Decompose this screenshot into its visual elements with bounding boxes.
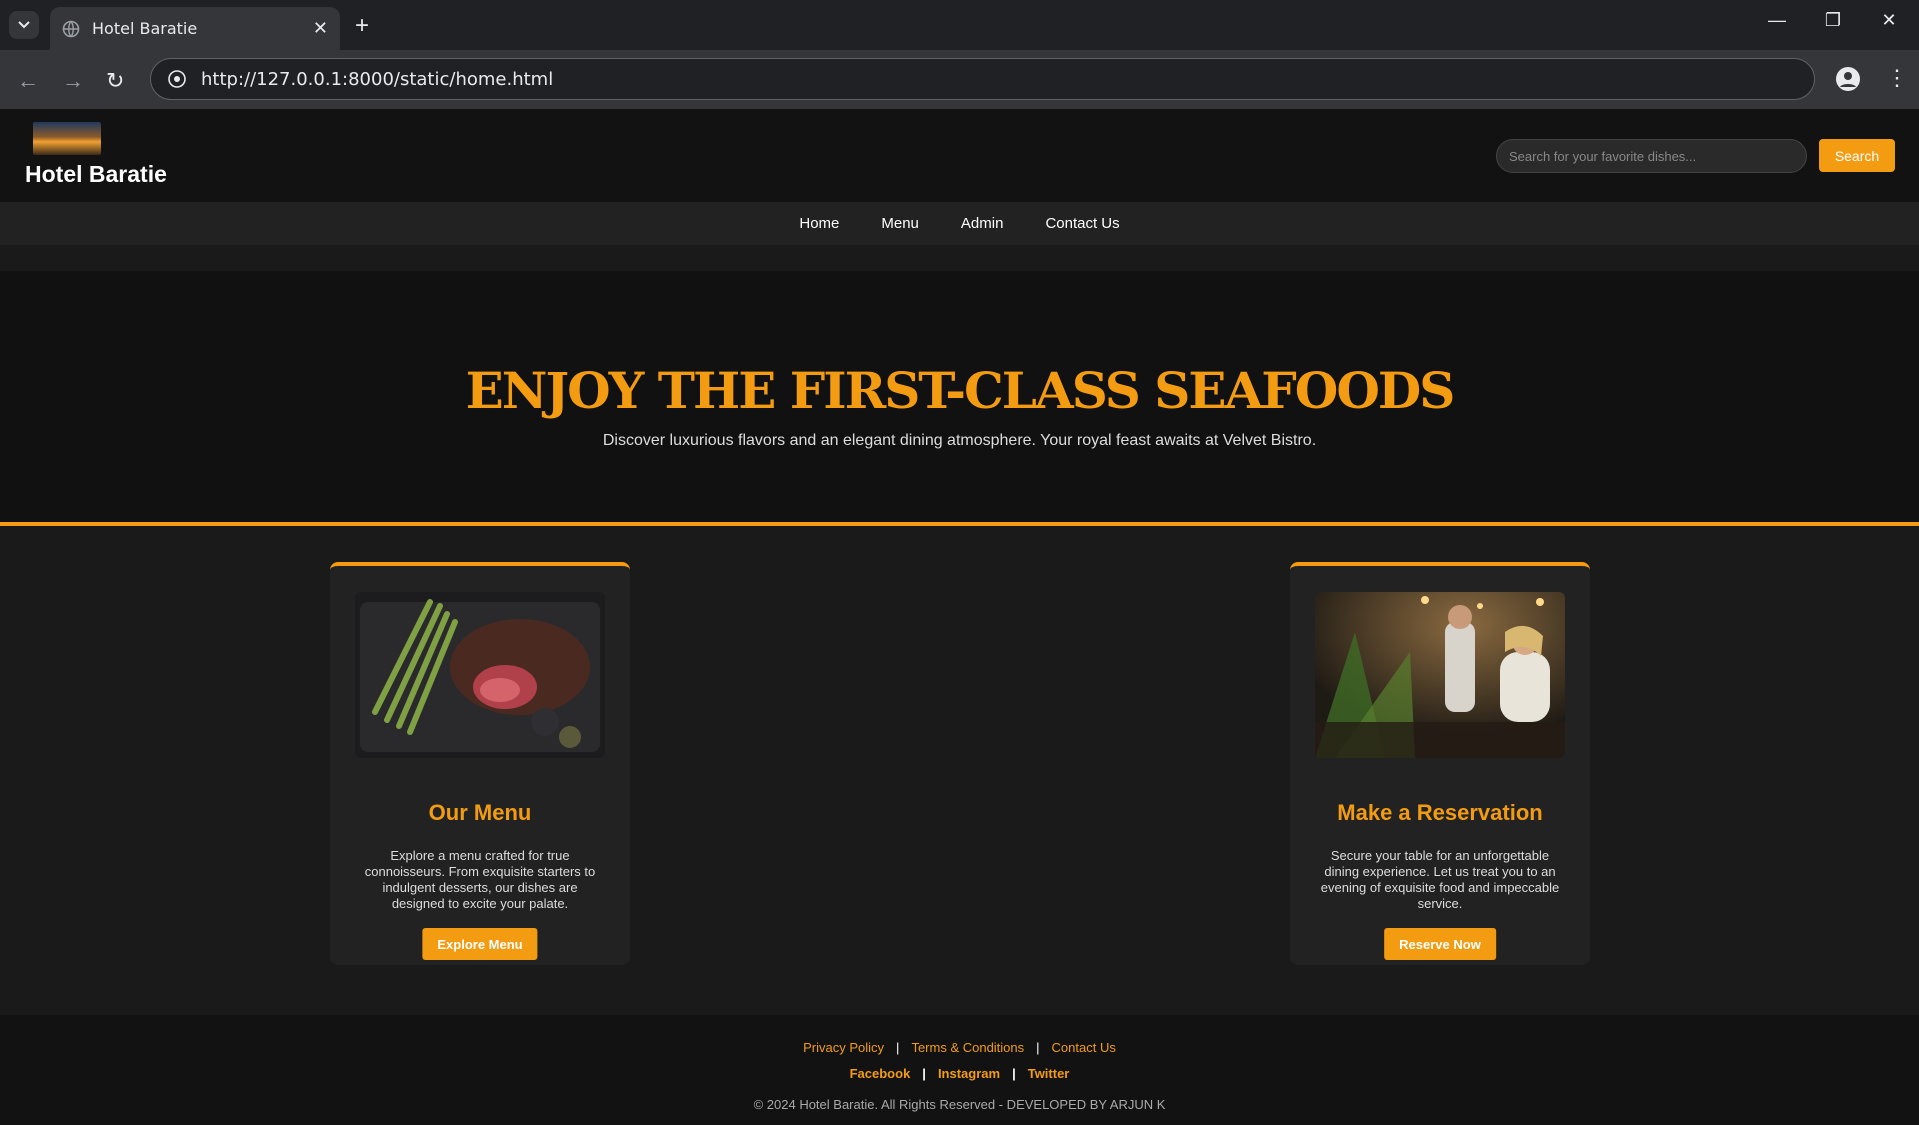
restore-icon[interactable]: ❐	[1805, 10, 1861, 31]
back-icon[interactable]: ←	[17, 68, 39, 94]
nav-home[interactable]: Home	[799, 215, 839, 232]
reserve-now-button[interactable]: Reserve Now	[1384, 928, 1496, 960]
footer-contact-link[interactable]: Contact Us	[1052, 1040, 1116, 1055]
tab-close-icon[interactable]: ✕	[313, 18, 328, 39]
footer-links: Privacy Policy | Terms & Conditions | Contac…	[0, 1040, 1919, 1055]
window-controls: — ❐ ✕	[1749, 10, 1917, 31]
separator: |	[896, 1040, 900, 1055]
terms-link[interactable]: Terms & Conditions	[911, 1040, 1024, 1055]
browser-tab[interactable]: Hotel Baratie ✕	[50, 7, 340, 50]
nav-menu[interactable]: Menu	[881, 215, 919, 232]
forward-icon[interactable]: →	[62, 68, 84, 94]
nav-contact[interactable]: Contact Us	[1045, 215, 1119, 232]
logo-image	[33, 122, 101, 155]
web-page: Hotel Baratie Search Home Menu Admin Con…	[0, 109, 1919, 1125]
privacy-policy-link[interactable]: Privacy Policy	[803, 1040, 884, 1055]
main-nav: Home Menu Admin Contact Us	[0, 202, 1919, 245]
reservation-card-text: Secure your table for an unforgettable d…	[1320, 848, 1560, 911]
browser-toolbar: ← → ↻ http://127.0.0.1:8000/static/home.…	[0, 50, 1919, 109]
browser-tabbar: Hotel Baratie ✕ + — ❐ ✕	[0, 0, 1919, 50]
footer-social: Facebook | Instagram | Twitter	[0, 1066, 1919, 1081]
hero-subtitle: Discover luxurious flavors and an elegan…	[602, 432, 1317, 449]
menu-card-title: Our Menu	[428, 800, 532, 825]
explore-menu-button[interactable]: Explore Menu	[422, 928, 538, 960]
separator: |	[1012, 1066, 1016, 1081]
separator: |	[922, 1066, 926, 1081]
reservation-card-title: Make a Reservation	[1337, 800, 1543, 825]
facebook-link[interactable]: Facebook	[850, 1066, 911, 1081]
profile-icon[interactable]	[1836, 67, 1860, 91]
site-info-icon[interactable]	[167, 69, 187, 89]
copyright-text: © 2024 Hotel Baratie. All Rights Reserve…	[753, 1097, 1166, 1112]
new-tab-icon[interactable]: +	[355, 12, 369, 40]
menu-card-text: Explore a menu crafted for true connoiss…	[364, 848, 596, 911]
steak-image	[355, 592, 605, 758]
hero-title: ENJOY THE FIRST-CLASS SEAFOODS	[465, 361, 1456, 420]
window-close-icon[interactable]: ✕	[1861, 10, 1917, 31]
nav-admin[interactable]: Admin	[961, 215, 1004, 232]
tab-title: Hotel Baratie	[92, 19, 198, 38]
menu-kebab-icon[interactable]: ⋮	[1886, 65, 1908, 91]
search-input[interactable]	[1496, 139, 1807, 173]
chevron-down-icon	[18, 21, 30, 29]
hero-section: ENJOY THE FIRST-CLASS SEAFOODS Discover …	[0, 271, 1919, 526]
globe-icon	[62, 20, 80, 37]
tab-search-button[interactable]	[9, 11, 39, 39]
search-button[interactable]: Search	[1819, 139, 1895, 172]
site-title: Hotel Baratie	[25, 161, 167, 187]
url-text: http://127.0.0.1:8000/static/home.html	[201, 68, 554, 90]
twitter-link[interactable]: Twitter	[1028, 1066, 1070, 1081]
reservation-card: Make a Reservation Secure your table for…	[1290, 562, 1590, 965]
address-bar[interactable]: http://127.0.0.1:8000/static/home.html	[150, 58, 1815, 100]
restaurant-image	[1315, 592, 1565, 758]
site-header: Hotel Baratie Search	[0, 109, 1919, 202]
minimize-icon[interactable]: —	[1749, 10, 1805, 31]
separator: |	[1036, 1040, 1040, 1055]
menu-card: Our Menu Explore a menu crafted for true…	[330, 562, 630, 965]
site-footer: Privacy Policy | Terms & Conditions | Contac…	[0, 1015, 1919, 1125]
instagram-link[interactable]: Instagram	[938, 1066, 1000, 1081]
reload-icon[interactable]: ↻	[106, 68, 124, 94]
